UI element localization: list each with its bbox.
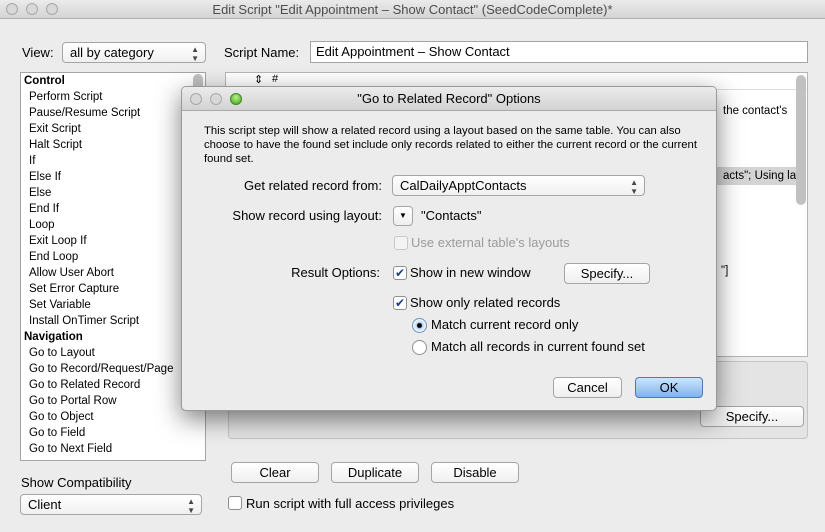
script-step-item[interactable]: Go to Related Record [21,377,205,393]
script-step-item[interactable]: Exit Loop If [21,233,205,249]
script-step-item[interactable]: Exit Script [21,121,205,137]
match-current-label: Match current record only [431,317,579,332]
view-value: all by category [70,45,154,60]
script-step-item[interactable]: Go to Record/Request/Page [21,361,205,377]
script-step-item[interactable]: Go to Field [21,425,205,441]
get-from-label: Get related record from: [244,178,382,193]
script-step-item[interactable]: If [21,153,205,169]
updown-arrows-icon: ▲ ▼ [630,178,638,196]
get-from-value: CalDailyApptContacts [400,178,527,193]
dialog-close-button[interactable] [190,93,202,105]
window-titlebar: Edit Script "Edit Appointment – Show Con… [0,0,825,19]
ok-button[interactable]: OK [635,377,703,398]
script-step-item[interactable]: Install OnTimer Script [21,313,205,329]
script-step-item[interactable]: Perform Script [21,89,205,105]
updown-arrows-icon: ▲ ▼ [187,497,195,515]
match-current-radio[interactable] [412,318,427,333]
new-window-label: Show in new window [410,265,531,280]
cancel-button[interactable]: Cancel [553,377,622,398]
layout-value: "Contacts" [421,208,482,223]
duplicate-button[interactable]: Duplicate [331,462,419,483]
script-step-item[interactable]: Go to Layout [21,345,205,361]
category-header: Control [24,75,65,87]
script-step-item[interactable]: Go to Next Field [21,441,205,457]
dialog-description: This script step will show a related rec… [204,125,697,165]
external-layouts-label: Use external table's layouts [411,235,570,250]
new-window-checkbox[interactable]: ✔ [393,266,407,280]
compatibility-value: Client [28,497,62,512]
dialog-titlebar: "Go to Related Record" Options [182,87,716,111]
sort-icon: ⇕ [254,74,264,86]
script-step-item[interactable]: Pause/Resume Script [21,105,205,121]
only-related-label: Show only related records [410,295,561,310]
window-title: Edit Script "Edit Appointment – Show Con… [212,2,613,17]
script-step-item[interactable]: End If [21,201,205,217]
script-line-fragment: the contact's [723,105,788,117]
checkmark-icon: ✔ [394,266,406,280]
triangle-down-icon: ▼ [399,211,407,220]
only-related-checkbox[interactable]: ✔ [393,296,407,310]
script-step-item[interactable]: Go to Portal Row [21,393,205,409]
column-header-number: # [272,73,279,85]
view-label: View: [22,45,54,60]
script-step-item[interactable]: End Loop [21,249,205,265]
full-access-label: Run script with full access privileges [246,496,455,511]
disable-button[interactable]: Disable [431,462,519,483]
script-steps-list[interactable]: Control Perform Script Pause/Resume Script… [20,72,206,461]
clear-button[interactable]: Clear [231,462,319,483]
script-step-item[interactable]: Set Error Capture [21,281,205,297]
minimize-window-button[interactable] [26,3,38,15]
result-options-label: Result Options: [291,265,380,280]
script-step-item[interactable]: Else If [21,169,205,185]
match-all-label: Match all records in current found set [431,339,645,354]
layout-label: Show record using layout: [232,208,382,223]
go-to-related-record-dialog: "Go to Related Record" Options This scri… [181,86,717,411]
category-header: Navigation [24,331,83,343]
script-name-label: Script Name: [224,45,300,60]
script-line-fragment: "] [721,265,729,277]
match-all-radio[interactable] [412,340,427,355]
dialog-zoom-button[interactable] [230,93,242,105]
dialog-title: "Go to Related Record" Options [357,91,541,106]
script-step-item[interactable]: Else [21,185,205,201]
checkmark-icon: ✔ [394,296,406,310]
script-step-item[interactable]: Loop [21,217,205,233]
editor-scrollbar[interactable] [796,75,806,205]
script-step-item[interactable]: Allow User Abort [21,265,205,281]
full-access-checkbox[interactable] [228,496,242,510]
script-step-item[interactable]: Set Variable [21,297,205,313]
get-from-select[interactable]: CalDailyApptContacts ▲ ▼ [392,175,645,196]
script-step-item[interactable]: Halt Script [21,137,205,153]
script-step-item[interactable]: Go to Object [21,409,205,425]
view-select[interactable]: all by category ▲ ▼ [62,42,206,63]
close-window-button[interactable] [6,3,18,15]
compatibility-select[interactable]: Client ▲ ▼ [20,494,202,515]
specify-window-button[interactable]: Specify... [564,263,650,284]
layout-dropdown-button[interactable]: ▼ [393,206,413,226]
external-layouts-checkbox[interactable] [394,236,408,250]
zoom-window-button[interactable] [46,3,58,15]
updown-arrows-icon: ▲ ▼ [191,45,199,63]
script-name-input[interactable]: Edit Appointment – Show Contact [310,41,808,63]
dialog-minimize-button[interactable] [210,93,222,105]
show-compatibility-label: Show Compatibility [21,475,132,490]
